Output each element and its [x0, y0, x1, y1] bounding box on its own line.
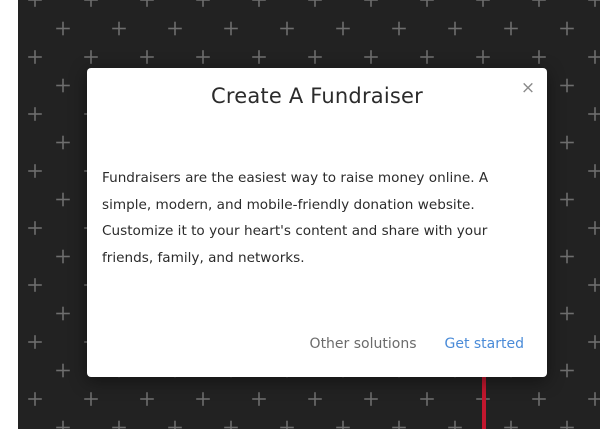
plus-icon [28, 392, 42, 406]
plus-icon [308, 50, 322, 64]
plus-icon [364, 0, 378, 7]
plus-icon [336, 21, 350, 36]
plus-icon [504, 420, 518, 429]
plus-icon [28, 335, 42, 349]
plus-icon [196, 392, 210, 406]
plus-icon [252, 50, 266, 64]
plus-icon [84, 0, 98, 7]
plus-icon [252, 0, 266, 7]
plus-icon [308, 392, 322, 406]
plus-icon [476, 0, 490, 7]
plus-icon [112, 21, 126, 36]
plus-icon [224, 420, 238, 429]
plus-icon [28, 0, 42, 7]
plus-icon [560, 192, 574, 207]
get-started-button[interactable]: Get started [444, 336, 524, 352]
plus-icon [28, 107, 42, 121]
plus-icon [224, 21, 238, 36]
plus-icon [532, 392, 546, 406]
plus-icon [56, 420, 70, 429]
plus-icon [560, 363, 574, 378]
modal-title: Create A Fundraiser [210, 84, 423, 108]
plus-icon [588, 164, 600, 178]
plus-icon [56, 306, 70, 321]
plus-icon [392, 21, 406, 36]
plus-icon [252, 392, 266, 406]
plus-icon [560, 135, 574, 150]
plus-icon [588, 50, 600, 64]
plus-icon [392, 420, 406, 429]
plus-icon [56, 135, 70, 150]
plus-icon [420, 50, 434, 64]
plus-icon [532, 50, 546, 64]
plus-icon [140, 392, 154, 406]
plus-icon [560, 420, 574, 429]
plus-icon [196, 0, 210, 7]
plus-icon [588, 107, 600, 121]
plus-icon [588, 0, 600, 7]
plus-icon [28, 221, 42, 235]
plus-icon [168, 420, 182, 429]
plus-icon [560, 21, 574, 36]
plus-icon [308, 0, 322, 7]
plus-icon [56, 192, 70, 207]
modal-description: Fundraisers are the easiest way to raise… [102, 170, 489, 266]
plus-icon [112, 420, 126, 429]
plus-icon [504, 21, 518, 36]
plus-icon [560, 249, 574, 264]
plus-icon [420, 392, 434, 406]
plus-icon [56, 21, 70, 36]
plus-icon [588, 335, 600, 349]
plus-icon [588, 392, 600, 406]
plus-icon [280, 21, 294, 36]
plus-icon [168, 21, 182, 36]
plus-icon [56, 363, 70, 378]
create-fundraiser-modal: Create A Fundraiser × Fundraisers are th… [87, 68, 547, 377]
plus-icon [280, 420, 294, 429]
plus-icon [84, 50, 98, 64]
other-solutions-button[interactable]: Other solutions [310, 336, 417, 352]
plus-icon [28, 50, 42, 64]
plus-icon [28, 278, 42, 292]
plus-icon [196, 50, 210, 64]
plus-icon [364, 392, 378, 406]
plus-icon [448, 420, 462, 429]
plus-icon [448, 21, 462, 36]
plus-icon [364, 50, 378, 64]
plus-icon [420, 0, 434, 7]
plus-icon [532, 0, 546, 7]
plus-icon [84, 392, 98, 406]
plus-icon [588, 278, 600, 292]
modal-actions: Other solutions Get started [310, 336, 524, 352]
plus-icon [560, 78, 574, 93]
plus-icon [140, 0, 154, 7]
plus-icon [56, 78, 70, 93]
plus-icon [588, 221, 600, 235]
plus-icon [560, 306, 574, 321]
plus-icon [140, 50, 154, 64]
plus-icon [476, 50, 490, 64]
plus-icon [28, 164, 42, 178]
plus-icon [56, 249, 70, 264]
plus-icon [336, 420, 350, 429]
close-icon[interactable]: × [519, 79, 537, 97]
